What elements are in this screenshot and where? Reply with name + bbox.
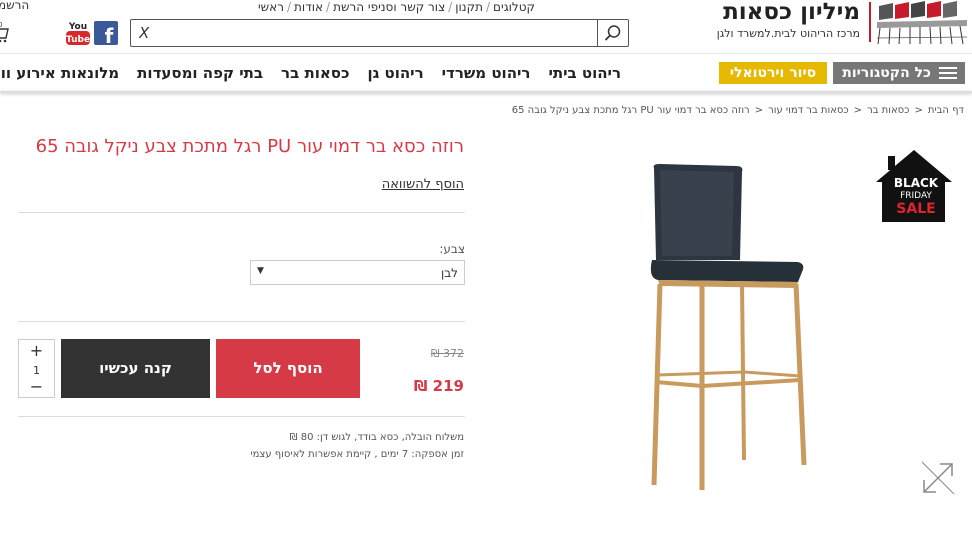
- header-divider: [0, 53, 972, 54]
- hamburger-icon: [939, 67, 957, 80]
- logo-subtitle: מרכז הריהוט לבית.למשרד ולגן: [716, 27, 860, 40]
- sale-price: ₪ 219: [413, 377, 464, 395]
- badge-line-2: FRIDAY: [900, 191, 932, 201]
- black-friday-badge: BLACK FRIDAY SALE: [876, 150, 952, 222]
- youtube-icon[interactable]: You Tube: [66, 19, 90, 46]
- virtual-tour-button[interactable]: סיור וירטואלי: [719, 62, 827, 84]
- top-link-contact[interactable]: צור קשר וסניפי הרשת: [333, 0, 445, 14]
- search-box: [130, 19, 629, 47]
- shipping-info: משלוח הובלה, כסא בודד, לגוש דן: 80 ₪: [289, 432, 464, 443]
- facebook-letter: f: [105, 24, 114, 45]
- breadcrumb-bar-stools[interactable]: כסאות בר: [867, 105, 909, 116]
- youtube-text-top: You: [68, 22, 87, 32]
- color-select-value: לבן: [440, 266, 458, 280]
- facebook-icon[interactable]: f: [94, 21, 118, 48]
- color-label: צבע:: [439, 242, 465, 256]
- top-link-home[interactable]: ראשי: [258, 0, 284, 14]
- all-categories-label: כל הקטגוריות: [842, 65, 931, 81]
- top-link-about[interactable]: אודות: [294, 0, 323, 14]
- divider: [18, 321, 465, 322]
- product-image[interactable]: [630, 160, 820, 495]
- nav-bar-stools[interactable]: כסאות בר: [272, 62, 358, 84]
- nav-garden-furniture[interactable]: ריהוט גן: [358, 62, 432, 84]
- search-button[interactable]: [597, 20, 628, 46]
- breadcrumb: דף הבית<כסאות בר<כסאות בר דמוי עור<רוזה …: [511, 105, 964, 116]
- quantity-stepper: + 1 −: [18, 339, 55, 398]
- buy-now-button[interactable]: קנה עכשיו: [61, 339, 210, 398]
- nav-home-furniture[interactable]: ריהוט ביתי: [539, 62, 630, 84]
- badge-line-3: SALE: [896, 201, 935, 217]
- youtube-text-bottom: Tube: [66, 35, 90, 45]
- cart-icon[interactable]: 0: [0, 19, 14, 43]
- logo-chairs-icon: [876, 1, 968, 45]
- top-link-catalogs[interactable]: קטלוגים: [493, 0, 535, 14]
- color-select[interactable]: לבן ▼: [250, 260, 465, 285]
- quantity-value[interactable]: 1: [19, 364, 54, 377]
- old-price: ₪ 372: [430, 347, 464, 360]
- logo-divider: [869, 2, 871, 42]
- signup-link[interactable]: הרשמ: [0, 0, 29, 12]
- quantity-plus-icon[interactable]: +: [19, 342, 54, 360]
- breadcrumb-current: רוזה כסא בר דמוי עור PU רגל מתכת צבע ניק…: [511, 105, 750, 116]
- cart-count: 0: [0, 21, 2, 29]
- badge-line-1: BLACK: [894, 176, 939, 190]
- quantity-minus-icon[interactable]: −: [19, 378, 54, 396]
- add-to-cart-button[interactable]: הוסף לסל: [216, 339, 360, 398]
- main-nav: ריהוט ביתי ריהוט משרדי ריהוט גן כסאות בר…: [0, 62, 630, 84]
- nav-shadow: [0, 91, 972, 93]
- all-categories-button[interactable]: כל הקטגוריות: [833, 62, 965, 84]
- nav-cafes-restaurants[interactable]: בתי קפה ומסעדות: [128, 62, 272, 84]
- chevron-down-icon: ▼: [257, 266, 264, 276]
- top-links: קטלוגים/תקנון/צור קשר וסניפי הרשת/אודות/…: [258, 0, 536, 14]
- breadcrumb-home[interactable]: דף הבית: [928, 105, 964, 116]
- product-title: רוזה כסא בר דמוי עור PU רגל מתכת צבע ניק…: [35, 136, 464, 157]
- top-link-terms[interactable]: תקנון: [455, 0, 483, 14]
- nav-hotels-events[interactable]: מלונאות אירוע וו: [0, 62, 128, 84]
- site-logo[interactable]: מיליון כסאות מרכז הריהוט לבית.למשרד ולגן: [716, 0, 970, 48]
- search-input[interactable]: [131, 20, 599, 46]
- divider: [18, 416, 465, 417]
- search-icon: [604, 25, 621, 41]
- nav-office-furniture[interactable]: ריהוט משרדי: [433, 62, 540, 84]
- logo-title: מיליון כסאות: [723, 0, 860, 25]
- add-to-compare-link[interactable]: הוסף להשוואה: [382, 177, 464, 192]
- lead-time-info: זמן אספקה: 7 ימים , קיימת אפשרות לאיסוף …: [250, 449, 464, 460]
- expand-icon[interactable]: [920, 460, 956, 496]
- breadcrumb-leather-bar-stools[interactable]: כסאות בר דמוי עור: [768, 105, 849, 116]
- divider: [18, 212, 465, 213]
